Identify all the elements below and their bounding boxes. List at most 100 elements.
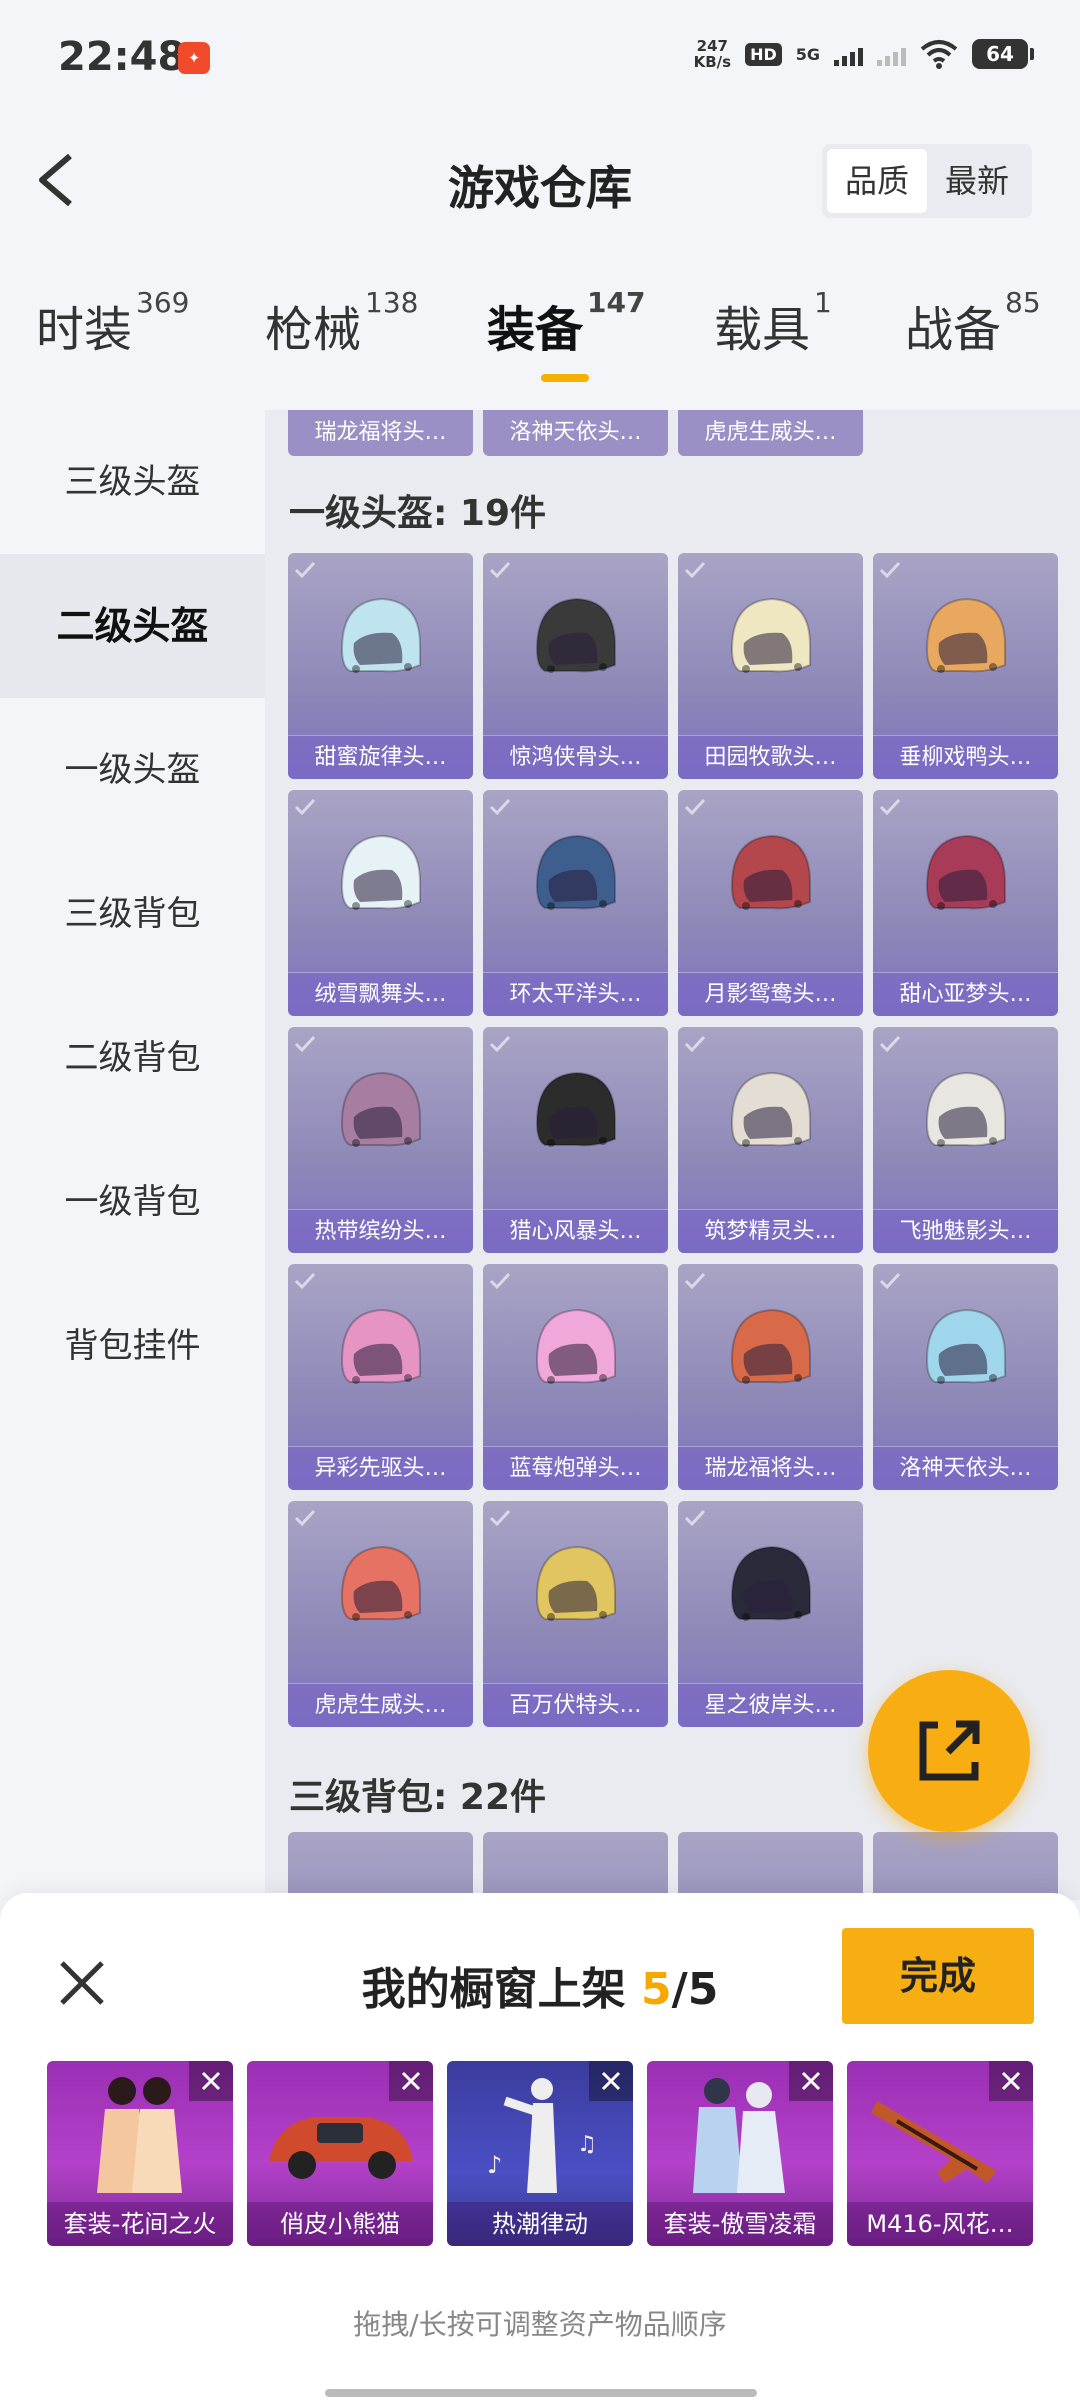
check-icon — [684, 561, 706, 579]
remove-item-button[interactable] — [989, 2061, 1033, 2101]
showcase-item-label: 俏皮小熊猫 — [247, 2202, 433, 2246]
section-title-level3-backpack: 三级背包: 22件 — [289, 1777, 547, 1818]
helmet-icon — [340, 1071, 421, 1147]
share-button[interactable] — [868, 1670, 1030, 1832]
helmet-card-label: 蓝莓炮弹头… — [483, 1446, 668, 1490]
helmet-icon — [730, 1545, 811, 1621]
showcase-item[interactable]: 套装-花间之火 — [47, 2061, 233, 2246]
tab-count: 369 — [136, 286, 190, 319]
subnav-item-backpack-pendant[interactable]: 背包挂件 — [0, 1274, 265, 1418]
tab-label: 时装 — [36, 302, 133, 358]
remove-item-button[interactable] — [389, 2061, 433, 2101]
tab-label: 枪械 — [265, 302, 362, 358]
helmet-card-label: 垂柳戏鸭头… — [873, 735, 1058, 779]
helmet-card[interactable]: 虎虎生威头… — [288, 1501, 473, 1727]
tab-equipment[interactable]: 装备 147 — [487, 286, 645, 360]
helmet-icon — [535, 1071, 616, 1147]
sort-newest-button[interactable]: 最新 — [927, 149, 1027, 213]
check-icon — [294, 1035, 316, 1053]
subnav-item-level3-backpack[interactable]: 三级背包 — [0, 842, 265, 986]
check-icon — [684, 1509, 706, 1527]
subnav-item-level2-backpack[interactable]: 二级背包 — [0, 986, 265, 1130]
remove-item-button[interactable] — [589, 2061, 633, 2101]
helmet-card[interactable]: 热带缤纷头… — [288, 1027, 473, 1253]
section-title-level1-helmet: 一级头盔: 19件 — [289, 493, 547, 534]
showcase-item[interactable]: ♪ ♫ 热潮律动 — [447, 2061, 633, 2246]
helmet-icon — [340, 1545, 421, 1621]
backpack-card[interactable] — [483, 1832, 668, 1900]
close-icon — [801, 2071, 821, 2091]
helmet-card[interactable]: 洛神天依头… — [873, 1264, 1058, 1490]
check-icon — [879, 1272, 901, 1290]
helmet-card[interactable]: 惊鸿侠骨头… — [483, 553, 668, 779]
subnav-item-level1-backpack[interactable]: 一级背包 — [0, 1130, 265, 1274]
remove-item-button[interactable] — [189, 2061, 233, 2101]
helmet-icon — [730, 1071, 811, 1147]
check-icon — [294, 561, 316, 579]
helmet-card-label: 惊鸿侠骨头… — [483, 735, 668, 779]
helmet-card[interactable]: 月影鸳鸯头… — [678, 790, 863, 1016]
check-icon — [489, 798, 511, 816]
showcase-item[interactable]: M416-风花… — [847, 2061, 1033, 2246]
helmet-card[interactable]: 甜蜜旋律头… — [288, 553, 473, 779]
helmet-card[interactable]: 百万伏特头… — [483, 1501, 668, 1727]
helmet-card[interactable]: 猎心风暴头… — [483, 1027, 668, 1253]
tab-vehicles[interactable]: 载具 1 — [714, 286, 832, 360]
helmet-card[interactable]: 瑞龙福将头… — [678, 1264, 863, 1490]
showcase-item[interactable]: 俏皮小熊猫 — [247, 2061, 433, 2246]
sort-quality-button[interactable]: 品质 — [827, 149, 927, 213]
backpack-card[interactable] — [288, 1832, 473, 1900]
helmet-card-label: 甜蜜旋律头… — [288, 735, 473, 779]
helmet-icon — [730, 834, 811, 910]
svg-text:♪: ♪ — [487, 2151, 502, 2179]
helmet-card[interactable]: 绒雪飘舞头… — [288, 790, 473, 1016]
helmet-card[interactable]: 垂柳戏鸭头… — [873, 553, 1058, 779]
subnav-item-level3-helmet[interactable]: 三级头盔 — [0, 410, 265, 554]
tab-gear[interactable]: 战备 85 — [905, 286, 1041, 360]
sort-toggle: 品质 最新 — [822, 144, 1032, 218]
showcase-item-label: 热潮律动 — [447, 2202, 633, 2246]
tab-fashion[interactable]: 时装 369 — [36, 286, 189, 360]
helmet-card[interactable]: 星之彼岸头… — [678, 1501, 863, 1727]
helmet-card-label: 瑞龙福将头… — [678, 1446, 863, 1490]
backpack-card[interactable] — [873, 1832, 1058, 1900]
remove-item-button[interactable] — [789, 2061, 833, 2101]
helmet-card[interactable]: 蓝莓炮弹头… — [483, 1264, 668, 1490]
subnav-item-level2-helmet[interactable]: 二级头盔 — [0, 554, 265, 698]
reorder-hint: 拖拽/长按可调整资产物品顺序 — [353, 2308, 727, 2341]
top-strip-item[interactable]: 虎虎生威头… — [678, 410, 863, 456]
showcase-item-label: M416-风花… — [847, 2202, 1033, 2246]
tab-label: 装备 — [487, 302, 584, 358]
status-time: 22:48 — [58, 34, 186, 80]
showcase-count-sep: / — [671, 1964, 688, 2015]
helmet-card[interactable]: 环太平洋头… — [483, 790, 668, 1016]
helmet-card-label: 星之彼岸头… — [678, 1683, 863, 1727]
signal-bars-2-icon — [877, 42, 906, 66]
helmet-card[interactable]: 飞驰魅影头… — [873, 1027, 1058, 1253]
subnav-item-level1-helmet[interactable]: 一级头盔 — [0, 698, 265, 842]
close-icon — [201, 2071, 221, 2091]
screen: { "status_bar": { "time": "22:48", "net_… — [0, 0, 1080, 2400]
tab-guns[interactable]: 枪械 138 — [265, 286, 418, 360]
helmet-icon — [535, 597, 616, 673]
helmet-card[interactable]: 田园牧歌头… — [678, 553, 863, 779]
tab-indicator — [541, 374, 589, 382]
check-icon — [879, 798, 901, 816]
subcategory-nav: 三级头盔 二级头盔 一级头盔 三级背包 二级背包 一级背包 背包挂件 — [0, 410, 265, 1900]
top-strip-item[interactable]: 瑞龙福将头… — [288, 410, 473, 456]
top-strip-item[interactable]: 洛神天依头… — [483, 410, 668, 456]
done-button[interactable]: 完成 — [842, 1928, 1034, 2024]
showcase-shelf: 套装-花间之火 俏皮小熊猫 ♪ ♫ 热潮律动 套装-傲雪凌霜 M416-风花… — [47, 2061, 1033, 2246]
home-indicator[interactable] — [325, 2389, 757, 2397]
helmet-card[interactable]: 异彩先驱头… — [288, 1264, 473, 1490]
5g-signal-icon: 5G — [796, 45, 820, 64]
backpack-card[interactable] — [678, 1832, 863, 1900]
helmet-card[interactable]: 甜心亚梦头… — [873, 790, 1058, 1016]
helmet-card[interactable]: 筑梦精灵头… — [678, 1027, 863, 1253]
check-icon — [684, 1035, 706, 1053]
helmet-icon — [340, 834, 421, 910]
showcase-item[interactable]: 套装-傲雪凌霜 — [647, 2061, 833, 2246]
check-icon — [684, 1272, 706, 1290]
tab-label: 载具 — [714, 302, 811, 358]
red-app-icon: ✦ — [178, 42, 210, 74]
